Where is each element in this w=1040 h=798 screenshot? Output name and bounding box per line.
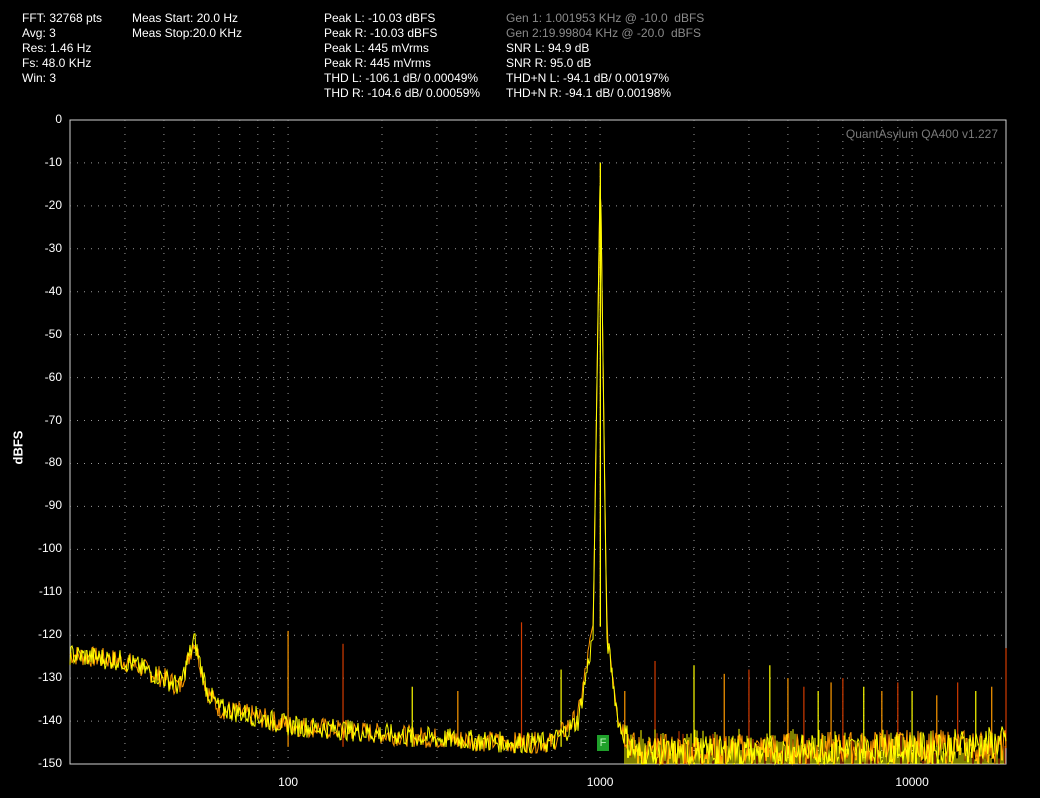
y-tick-label: -100 [37,541,62,556]
y-tick-label: -150 [37,756,62,770]
y-tick-label: -10 [44,154,62,169]
y-tick-label: -60 [44,369,62,384]
watermark-label: QuantAsylum QA400 v1.227 [845,127,998,141]
y-tick-label: 0 [55,112,62,126]
y-tick-label: -40 [44,283,62,298]
spectrum-chart [69,119,1007,766]
series-line-L [69,185,1007,766]
y-tick-label: -90 [44,498,62,513]
y-tick-label: -50 [44,326,62,341]
y-tick-label: -20 [44,197,62,212]
x-tick-label: 100 [278,775,299,789]
y-tick-label: -120 [37,627,62,642]
series-line-R [69,185,1007,766]
x-tick-label: 10000 [895,775,929,789]
y-axis-label: dBFS [10,430,26,465]
y-tick-label: -130 [37,670,62,685]
x-tick-label: 1000 [586,775,614,789]
frequency-marker[interactable]: F [597,735,609,751]
y-tick-label: -110 [38,584,62,599]
y-tick-label: -140 [37,713,62,728]
plot-frame [69,119,1007,765]
plot-grid [70,120,1006,764]
y-tick-label: -30 [44,240,62,255]
